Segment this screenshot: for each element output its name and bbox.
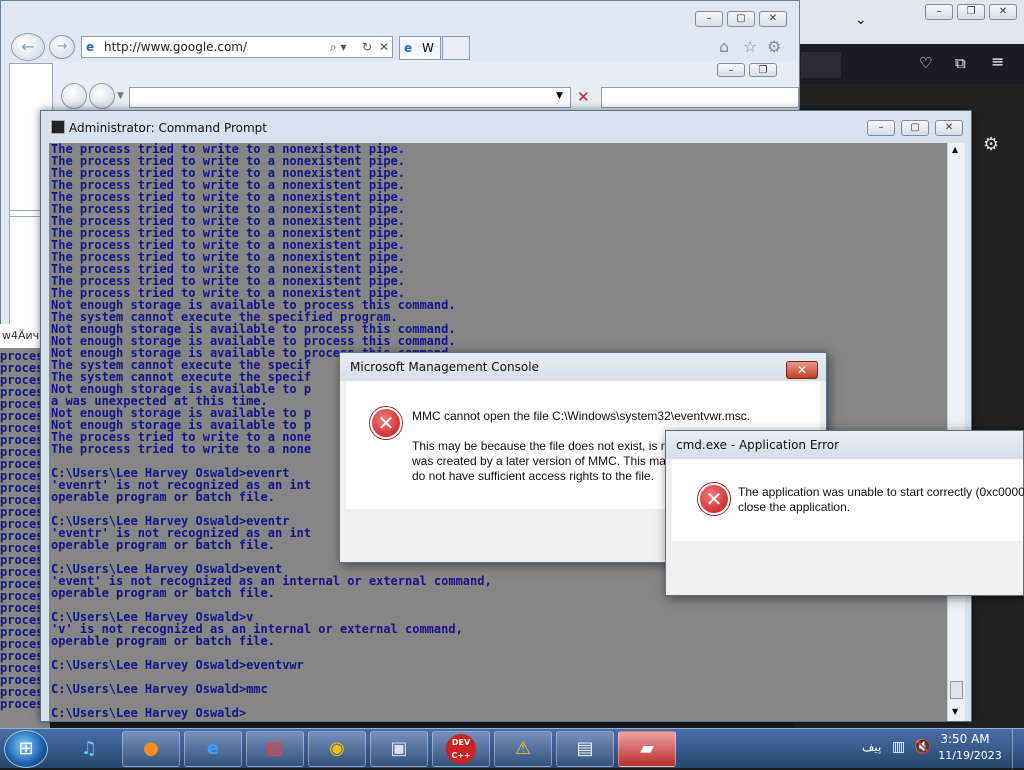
close-button[interactable]: ✕ bbox=[989, 4, 1017, 20]
browser-tab[interactable]: e W bbox=[399, 36, 441, 60]
dark-address-area[interactable] bbox=[801, 52, 841, 78]
error-detail-line: do not have sufficient access rights to … bbox=[412, 469, 654, 483]
clear-icon[interactable]: ✕ bbox=[577, 88, 590, 106]
chrome-button[interactable]: ◉ bbox=[308, 731, 366, 767]
scroll-up-icon[interactable]: ▲ bbox=[952, 145, 958, 154]
dialog-close-button[interactable]: ✕ bbox=[786, 361, 818, 379]
start-button[interactable]: ⊞ bbox=[4, 730, 48, 768]
ie-maximize-button[interactable]: ▢ bbox=[727, 11, 755, 27]
stop-icon[interactable]: ✕ bbox=[379, 37, 389, 57]
clock-time[interactable]: 3:50 AM bbox=[935, 732, 995, 746]
error-message-line: MMC cannot open the file C:\Windows\syst… bbox=[412, 409, 751, 423]
gear-icon[interactable]: ⚙ bbox=[983, 134, 999, 155]
new-tab-button[interactable] bbox=[442, 36, 470, 60]
document-icon: ▤ bbox=[576, 738, 594, 759]
inner-minimize-button[interactable]: – bbox=[717, 63, 745, 77]
error-icon: ✕ bbox=[370, 407, 402, 439]
devcpp-button[interactable]: DEV C++ bbox=[432, 731, 490, 767]
dialog-content: ✕ The application was unable to start co… bbox=[672, 459, 1024, 541]
firefox-icon: ● bbox=[143, 738, 159, 759]
refresh-icon[interactable]: ↻ bbox=[362, 37, 372, 57]
search-icon[interactable]: ⌕ ▾ bbox=[330, 37, 347, 57]
ie-tab-icon: e bbox=[404, 41, 413, 55]
firefox-button[interactable]: ● bbox=[122, 731, 180, 767]
management-icon: ▣ bbox=[390, 738, 408, 759]
taskbar: ⊞ ♫ ● e ▦ ◉ ▣ DEV C++ ⚠ ▤ ▰ پیف ▥ 🔇 bbox=[0, 728, 1024, 769]
console-line: The process tried to write to a none bbox=[51, 442, 312, 456]
console-line: operable program or batch file. bbox=[51, 634, 275, 648]
clock-date[interactable]: 11/19/2023 bbox=[935, 749, 1005, 762]
archive-icon: ▦ bbox=[266, 738, 284, 759]
warning-icon: ⚠ bbox=[514, 738, 532, 759]
volume-muted-icon[interactable]: 🔇 bbox=[914, 739, 931, 755]
nav-dropdown-icon[interactable]: ▼ bbox=[117, 91, 124, 101]
scroll-thumb[interactable] bbox=[950, 681, 963, 699]
error-icon: ✕ bbox=[698, 483, 730, 515]
ie-minimize-button[interactable]: – bbox=[695, 11, 723, 27]
computer-management-button[interactable]: ▣ bbox=[370, 731, 428, 767]
inner-search-input[interactable] bbox=[601, 87, 799, 108]
console-line: operable program or batch file. bbox=[51, 490, 275, 504]
dropdown-icon[interactable]: ▼ bbox=[556, 91, 563, 101]
archive-app-button[interactable]: ▦ bbox=[246, 731, 304, 767]
devcpp-icon: DEV C++ bbox=[446, 734, 476, 764]
window-title: Administrator: Command Prompt bbox=[69, 121, 267, 135]
media-player-button[interactable]: ♫ bbox=[60, 731, 118, 767]
background-browser-toolbar: ♡ ⧉ ≡ bbox=[795, 44, 1024, 84]
menu-icon[interactable]: ≡ bbox=[991, 52, 1004, 71]
cmd-close-button[interactable]: ✕ bbox=[935, 120, 963, 136]
tools-gear-icon[interactable]: ⚙ bbox=[767, 37, 781, 56]
error-detail-line: was created by a later version of MMC. T… bbox=[412, 454, 672, 468]
background-browser-titlebar: ⌄ – ❐ ✕ bbox=[795, 0, 1024, 44]
console-line: operable program or batch file. bbox=[51, 538, 275, 552]
home-icon[interactable]: ⌂ bbox=[719, 37, 729, 56]
ie-page-icon: e bbox=[86, 40, 95, 54]
error-message-line: close the application. bbox=[738, 500, 851, 514]
ie-close-button[interactable]: ✕ bbox=[759, 11, 787, 27]
favorites-icon[interactable]: ☆ bbox=[743, 37, 757, 56]
dialog-title: Microsoft Management Console bbox=[340, 353, 826, 381]
cmd-maximize-button[interactable]: ▢ bbox=[901, 120, 929, 136]
language-indicator[interactable]: پیف bbox=[862, 740, 881, 754]
back-icon[interactable]: ← bbox=[11, 33, 45, 61]
restore-button[interactable]: ❐ bbox=[957, 4, 985, 20]
error-detail-line: This may be because the file does not ex… bbox=[412, 439, 674, 453]
address-text: http://www.google.com/ bbox=[104, 40, 248, 54]
tab-label: W bbox=[422, 41, 434, 55]
inner-address-input[interactable]: ▼ bbox=[129, 87, 571, 108]
chevron-down-icon[interactable]: ⌄ bbox=[855, 12, 867, 28]
console-line: C:\Users\Lee Harvey Oswald>mmc bbox=[51, 682, 268, 696]
address-bar[interactable]: e http://www.google.com/ ⌕ ▾ ↻ ✕ bbox=[81, 36, 393, 58]
inner-forward-icon[interactable] bbox=[89, 83, 115, 109]
inner-restore-button[interactable]: ❐ bbox=[749, 63, 777, 77]
application-error-dialog: cmd.exe - Application Error ✕ The applic… bbox=[665, 430, 1024, 596]
console-line: operable program or batch file. bbox=[51, 586, 275, 600]
forward-icon[interactable]: → bbox=[49, 35, 75, 59]
warning-app-button[interactable]: ⚠ bbox=[494, 731, 552, 767]
inner-back-icon[interactable] bbox=[61, 83, 87, 109]
toolbox-icon: ▰ bbox=[640, 738, 654, 759]
scroll-down-icon[interactable]: ▼ bbox=[952, 707, 958, 716]
minimize-button[interactable]: – bbox=[925, 4, 953, 20]
ie-icon: e bbox=[206, 738, 220, 759]
internet-explorer-button[interactable]: e bbox=[184, 731, 242, 767]
console-line: C:\Users\Lee Harvey Oswald>eventvwr bbox=[51, 658, 304, 672]
chrome-icon: ◉ bbox=[329, 738, 345, 759]
cmd-minimize-button[interactable]: – bbox=[867, 120, 895, 136]
dialog-title: cmd.exe - Application Error bbox=[666, 431, 1023, 459]
extensions-icon[interactable]: ⧉ bbox=[955, 54, 966, 72]
error-message-line: The application was unable to start corr… bbox=[738, 485, 1024, 499]
toolbox-app-button[interactable]: ▰ bbox=[618, 731, 676, 767]
network-icon[interactable]: ▥ bbox=[892, 739, 905, 755]
document-app-button[interactable]: ▤ bbox=[556, 731, 614, 767]
console-line: C:\Users\Lee Harvey Oswald> bbox=[51, 706, 247, 720]
cmd-icon bbox=[51, 120, 65, 134]
pocket-icon[interactable]: ♡ bbox=[919, 54, 932, 72]
show-desktop-button[interactable] bbox=[1012, 729, 1024, 769]
